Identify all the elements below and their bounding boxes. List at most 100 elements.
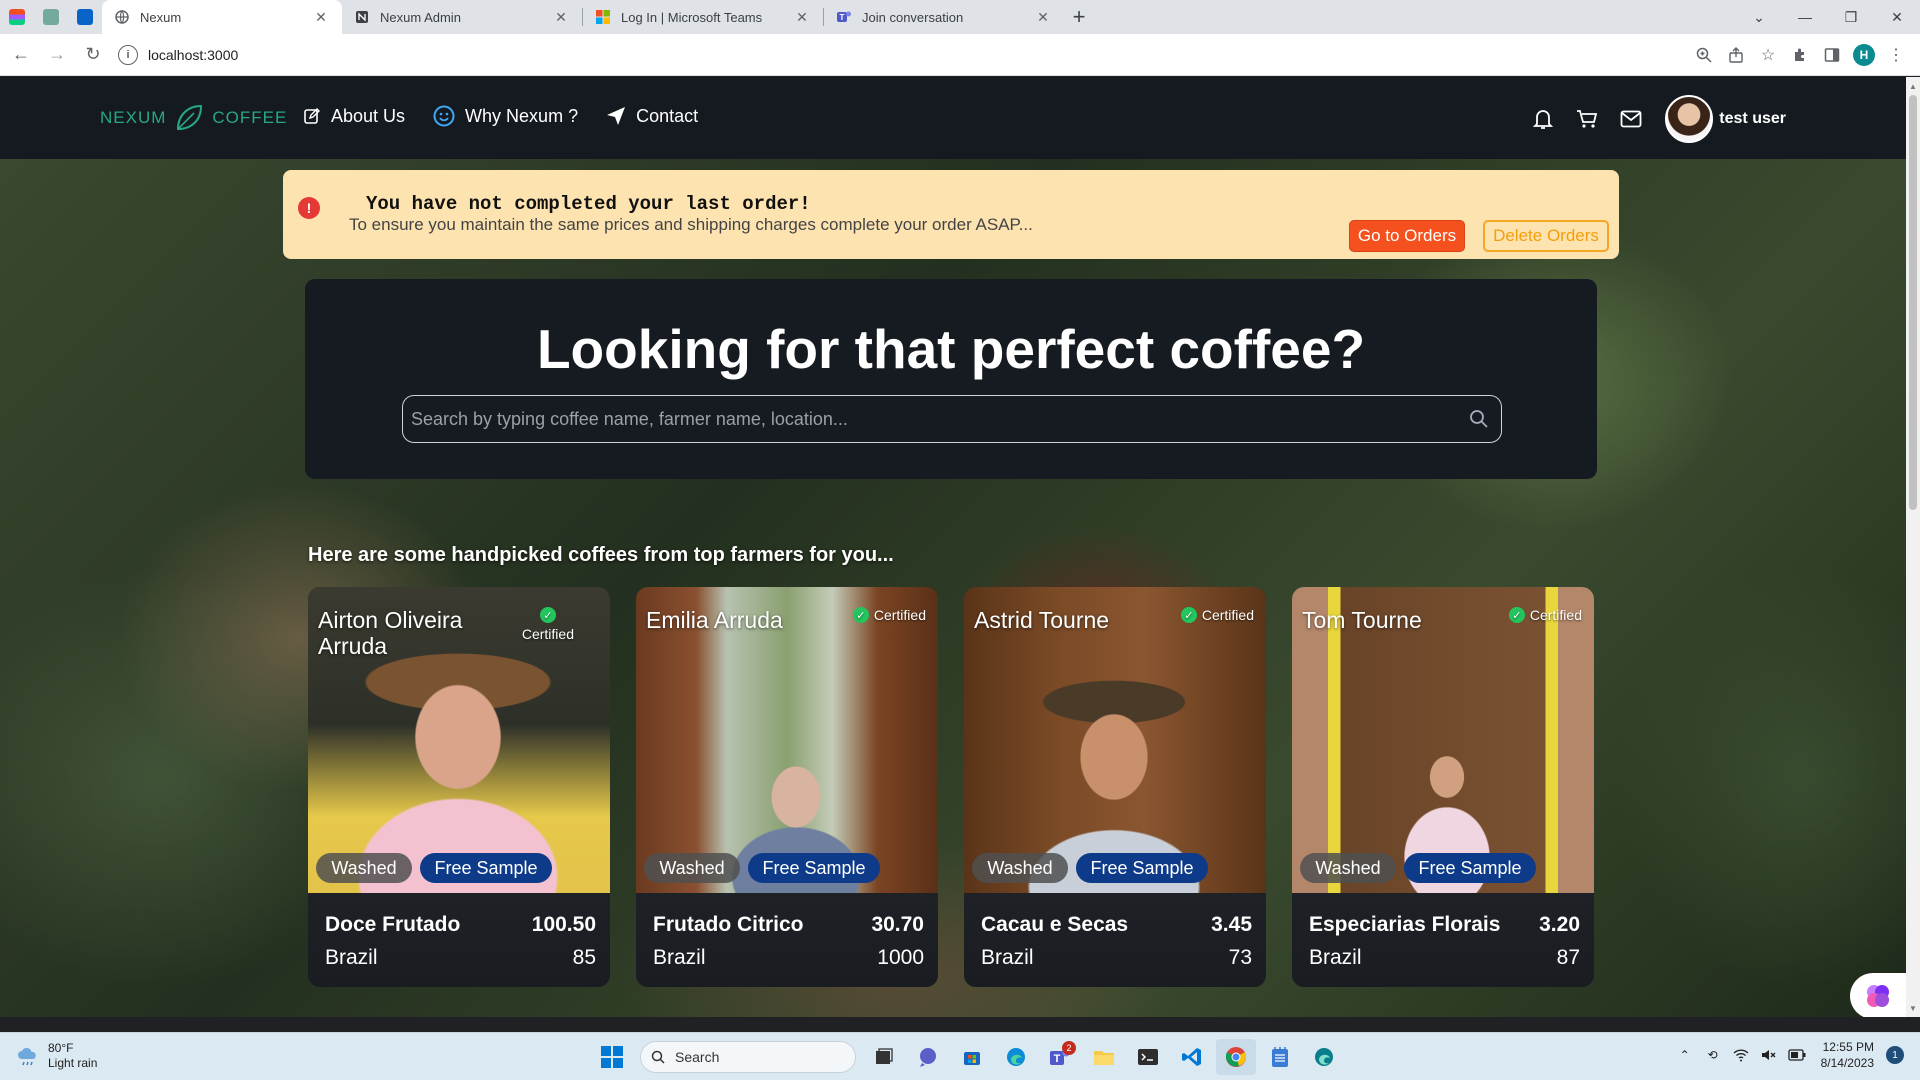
coffee-origin: Brazil	[653, 946, 706, 969]
nav-contact[interactable]: Contact	[606, 106, 698, 127]
tab-nexum[interactable]: Nexum ✕	[102, 0, 342, 34]
teams-taskbar-icon[interactable]: T 2	[1040, 1039, 1080, 1075]
coffee-card[interactable]: Astrid Tourne ✓ Certified Washed Free Sam…	[964, 587, 1266, 987]
nav-about-us[interactable]: About Us	[303, 106, 405, 127]
wifi-icon[interactable]	[1729, 1043, 1753, 1067]
page-scrollbar[interactable]: ▲ ▼	[1906, 77, 1920, 1017]
coffee-card-list: Airton Oliveira Arruda ✓ Certified Washed…	[308, 587, 1620, 987]
svg-text:T: T	[840, 13, 845, 22]
pinned-tab-chatgpt[interactable]	[34, 0, 68, 34]
microsoft-store-icon[interactable]	[952, 1039, 992, 1075]
coffee-price: 30.70	[871, 913, 924, 936]
sync-icon[interactable]: ⟲	[1701, 1043, 1725, 1067]
system-tray: ⌃ ⟲ 12:55 PM 8/14/2023 1	[1671, 1039, 1904, 1071]
page-viewport: NEXUM COFFEE About Us Why Nexum ? Contac…	[0, 77, 1906, 1017]
new-tab-button[interactable]: +	[1064, 0, 1094, 34]
vscode-icon[interactable]	[1172, 1039, 1212, 1075]
admin-icon	[354, 9, 370, 25]
menu-kebab-icon[interactable]: ⋮	[1880, 39, 1912, 71]
chrome-icon[interactable]	[1216, 1039, 1256, 1075]
terminal-icon[interactable]	[1128, 1039, 1168, 1075]
edge-icon[interactable]	[996, 1039, 1036, 1075]
zoom-icon[interactable]	[1688, 39, 1720, 71]
forward-button[interactable]: →	[42, 40, 72, 70]
section-title: Here are some handpicked coffees from to…	[308, 544, 894, 566]
chevron-up-icon[interactable]: ⌃	[1673, 1043, 1697, 1067]
free-sample-tag[interactable]: Free Sample	[1076, 853, 1208, 883]
coffee-search-input[interactable]	[411, 408, 1465, 430]
edge-dev-icon[interactable]	[1304, 1039, 1344, 1075]
go-to-orders-button[interactable]: Go to Orders	[1349, 220, 1465, 252]
user-name[interactable]: test user	[1719, 110, 1786, 128]
pinned-tab-figma[interactable]	[0, 0, 34, 34]
free-sample-tag[interactable]: Free Sample	[748, 853, 880, 883]
nav-why-nexum[interactable]: Why Nexum ?	[433, 105, 578, 127]
delete-orders-button[interactable]: Delete Orders	[1483, 220, 1609, 252]
address-bar[interactable]: i localhost:3000	[118, 40, 1688, 70]
brain-icon	[1867, 985, 1889, 1007]
side-panel-icon[interactable]	[1816, 39, 1848, 71]
close-tab-icon[interactable]: ✕	[1034, 8, 1052, 26]
scrollbar-thumb[interactable]	[1909, 95, 1917, 510]
leaf-logo-icon	[177, 104, 203, 131]
coffee-card[interactable]: Emilia Arruda ✓ Certified Washed Free Sam…	[636, 587, 938, 987]
user-avatar[interactable]	[1665, 95, 1714, 143]
cart-icon[interactable]	[1565, 97, 1609, 141]
task-view-icon[interactable]	[864, 1039, 904, 1075]
minimize-button[interactable]: —	[1782, 0, 1828, 34]
certified-badge: ✓ Certified	[852, 607, 926, 623]
error-icon: !	[298, 197, 320, 219]
mail-icon[interactable]	[1609, 97, 1653, 141]
chat-assistant-button[interactable]	[1850, 973, 1906, 1017]
extensions-icon[interactable]	[1784, 39, 1816, 71]
coffee-info: Frutado Citrico 30.70 Brazil 1000	[636, 893, 938, 987]
rain-cloud-icon	[18, 1047, 36, 1066]
file-explorer-icon[interactable]	[1084, 1039, 1124, 1075]
bell-icon[interactable]	[1521, 97, 1565, 141]
teams-badge: 2	[1062, 1041, 1076, 1055]
coffee-card[interactable]: Airton Oliveira Arruda ✓ Certified Washed…	[308, 587, 610, 987]
scroll-down-arrow[interactable]: ▼	[1906, 1001, 1920, 1015]
tab-join-conversation[interactable]: T Join conversation ✕	[824, 0, 1064, 34]
notification-badge[interactable]: 1	[1886, 1046, 1904, 1064]
tab-label: Log In | Microsoft Teams	[621, 9, 763, 25]
notepad-icon[interactable]	[1260, 1039, 1300, 1075]
tab-search-icon[interactable]: ⌄	[1736, 0, 1782, 34]
coffee-price: 100.50	[531, 913, 596, 936]
header-actions: test user	[1521, 95, 1786, 143]
clock[interactable]: 12:55 PM 8/14/2023	[1821, 1039, 1874, 1071]
weather-widget[interactable]: 80°F Light rain	[16, 1041, 97, 1071]
tab-nexum-admin[interactable]: Nexum Admin ✕	[342, 0, 582, 34]
pinned-tab-outlook[interactable]	[68, 0, 102, 34]
taskbar-search[interactable]: Search	[640, 1041, 856, 1073]
coffee-score: 85	[572, 946, 596, 969]
search-icon	[651, 1050, 665, 1064]
tab-microsoft-teams-login[interactable]: Log In | Microsoft Teams ✕	[583, 0, 823, 34]
close-tab-icon[interactable]: ✕	[312, 8, 330, 26]
profile-avatar[interactable]: H	[1848, 39, 1880, 71]
close-window-button[interactable]: ✕	[1874, 0, 1920, 34]
taskbar-search-label: Search	[675, 1049, 720, 1065]
battery-icon[interactable]	[1785, 1043, 1809, 1067]
scroll-up-arrow[interactable]: ▲	[1906, 79, 1920, 93]
coffee-card[interactable]: Tom Tourne ✓ Certified Washed Free Sample…	[1292, 587, 1594, 987]
volume-muted-icon[interactable]	[1757, 1043, 1781, 1067]
reload-button[interactable]: ↻	[78, 40, 108, 70]
bookmark-star-icon[interactable]: ☆	[1752, 39, 1784, 71]
alert-description: To ensure you maintain the same prices a…	[349, 215, 1033, 234]
free-sample-tag[interactable]: Free Sample	[1404, 853, 1536, 883]
info-icon[interactable]: i	[118, 44, 138, 65]
check-icon: ✓	[1180, 607, 1197, 623]
nexum-logo[interactable]: NEXUM COFFEE	[100, 103, 287, 133]
share-icon[interactable]	[1720, 39, 1752, 71]
free-sample-tag[interactable]: Free Sample	[420, 853, 552, 883]
close-tab-icon[interactable]: ✕	[552, 8, 570, 26]
windows-start-icon[interactable]	[592, 1039, 632, 1075]
restore-button[interactable]: ❐	[1828, 0, 1874, 34]
search-icon[interactable]	[1465, 405, 1493, 433]
main-nav: About Us Why Nexum ? Contact	[303, 105, 726, 127]
chat-icon[interactable]	[908, 1039, 948, 1075]
back-button[interactable]: ←	[6, 40, 36, 70]
process-tag: Washed	[316, 853, 412, 883]
close-tab-icon[interactable]: ✕	[793, 8, 811, 26]
